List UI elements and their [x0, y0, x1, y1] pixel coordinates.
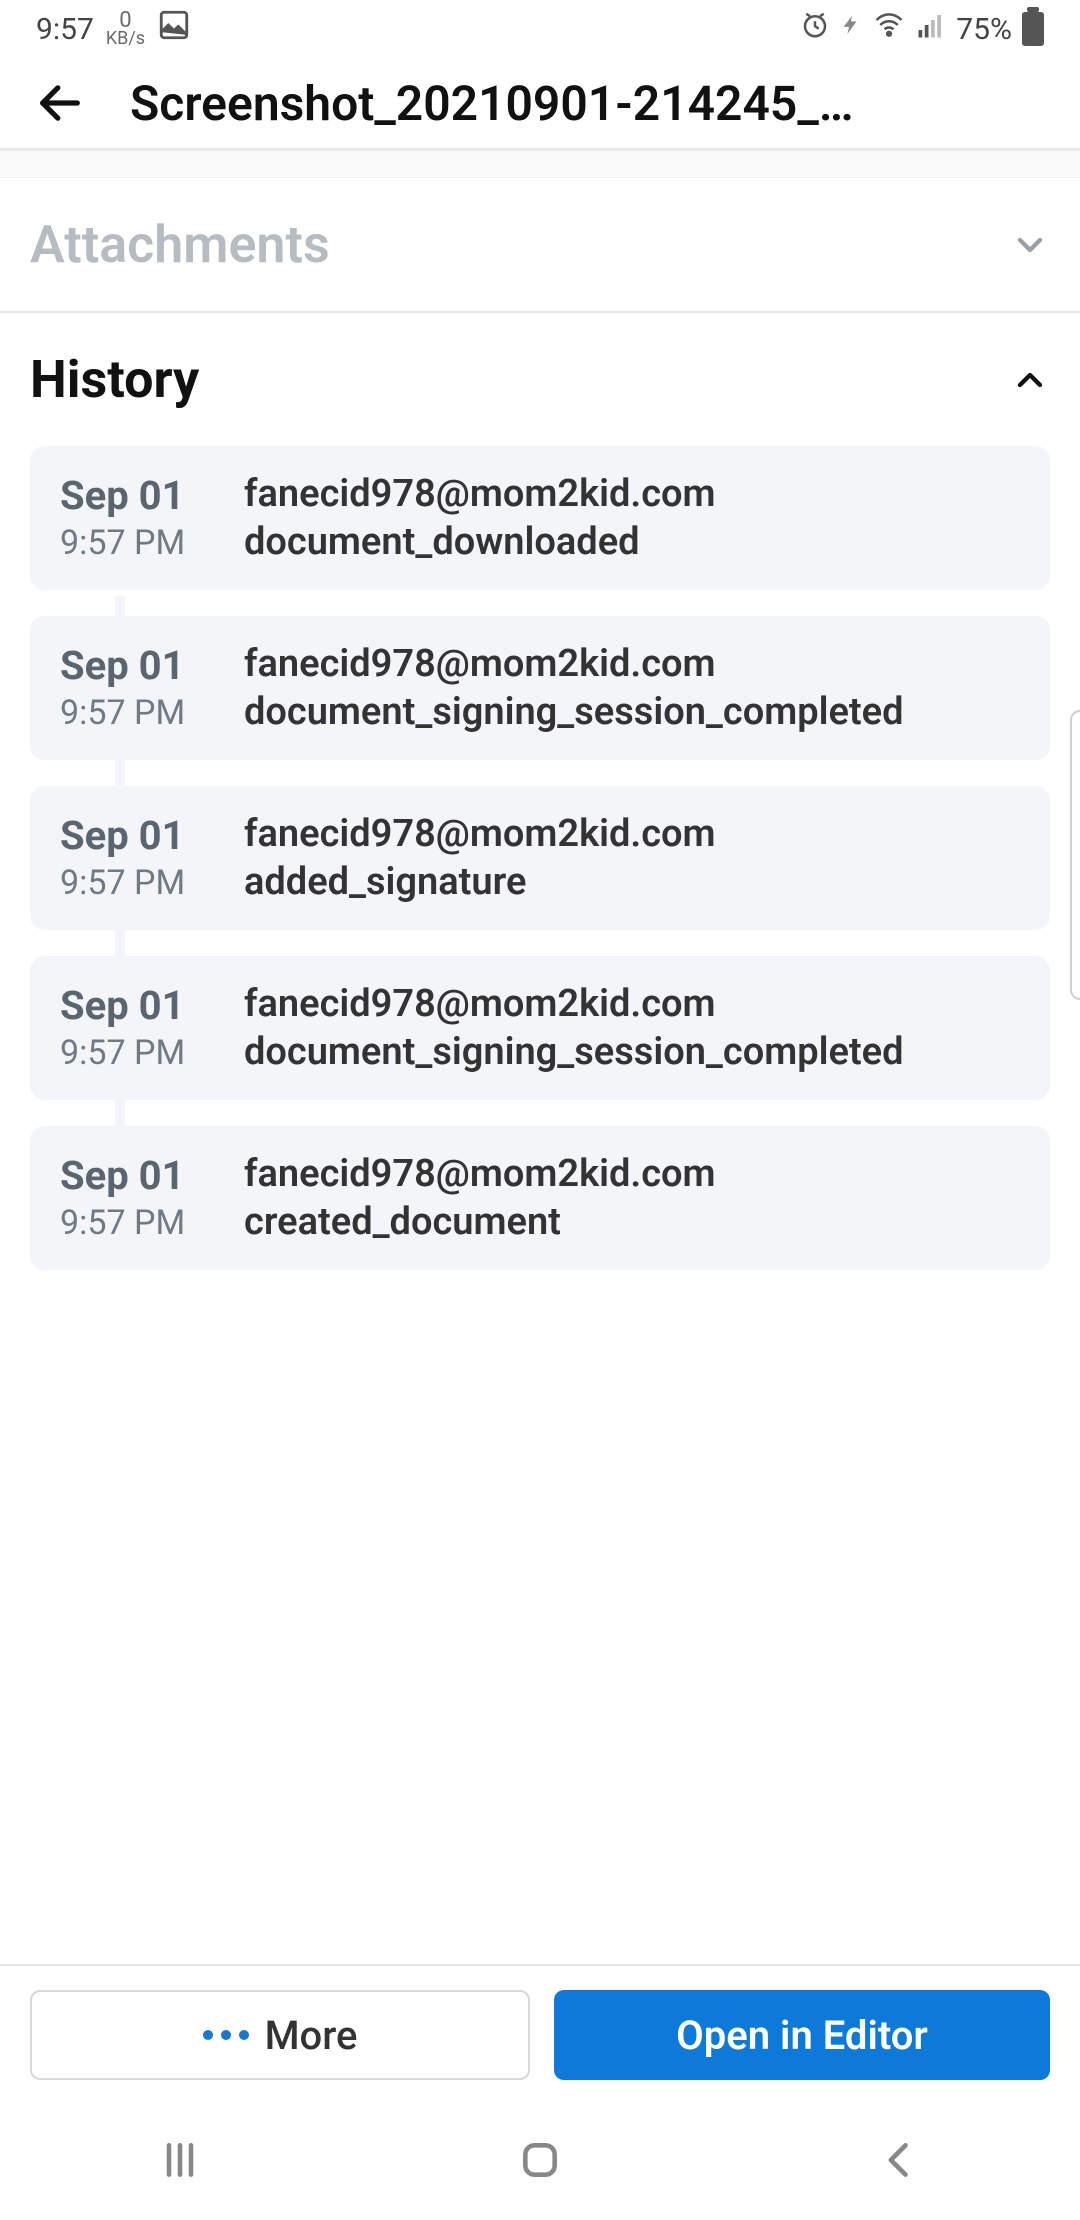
history-time: 9:57 PM [60, 1033, 208, 1073]
history-date: Sep 01 [60, 472, 208, 519]
status-right: 75% [800, 10, 1044, 48]
history-action: created_document [244, 1200, 1020, 1244]
back-button[interactable] [30, 73, 90, 133]
chevron-up-icon [1010, 360, 1050, 400]
more-button[interactable]: More [30, 1990, 530, 2080]
chevron-down-icon [1010, 225, 1050, 265]
history-action: document_signing_session_completed [244, 1030, 1020, 1074]
history-detail: fanecid978@mom2kid.com added_signature [244, 812, 1020, 904]
app-header: Screenshot_20210901-214245_… [0, 58, 1080, 148]
history-datetime: Sep 01 9:57 PM [60, 642, 208, 734]
history-email: fanecid978@mom2kid.com [244, 982, 1020, 1026]
history-detail: fanecid978@mom2kid.com document_download… [244, 472, 1020, 564]
alarm-icon [800, 10, 830, 48]
history-action: added_signature [244, 860, 1020, 904]
open-editor-button[interactable]: Open in Editor [554, 1990, 1050, 2080]
history-item[interactable]: Sep 01 9:57 PM fanecid978@mom2kid.com do… [30, 616, 1050, 760]
network-speed: 0 KB/s [106, 11, 145, 47]
spacer [0, 1310, 1080, 1964]
history-date: Sep 01 [60, 812, 208, 859]
history-datetime: Sep 01 9:57 PM [60, 1152, 208, 1244]
history-time: 9:57 PM [60, 523, 208, 563]
signal-icon [916, 10, 946, 48]
history-list: Sep 01 9:57 PM fanecid978@mom2kid.com do… [0, 446, 1080, 1310]
history-date: Sep 01 [60, 982, 208, 1029]
battery-text: 75% [956, 12, 1012, 47]
scroll-handle[interactable] [1070, 710, 1080, 1000]
history-datetime: Sep 01 9:57 PM [60, 982, 208, 1074]
history-action: document_signing_session_completed [244, 690, 1020, 734]
more-label: More [265, 2012, 358, 2059]
more-dots-icon [203, 2030, 249, 2040]
battery-icon [1022, 12, 1044, 46]
history-action: document_downloaded [244, 520, 1020, 564]
history-item[interactable]: Sep 01 9:57 PM fanecid978@mom2kid.com do… [30, 956, 1050, 1100]
history-label: History [30, 349, 199, 410]
status-time: 9:57 [36, 12, 94, 47]
bolt-icon [840, 10, 862, 48]
nav-back-button[interactable] [870, 2130, 930, 2190]
history-email: fanecid978@mom2kid.com [244, 812, 1020, 856]
history-time: 9:57 PM [60, 1203, 208, 1243]
history-datetime: Sep 01 9:57 PM [60, 812, 208, 904]
history-item[interactable]: Sep 01 9:57 PM fanecid978@mom2kid.com cr… [30, 1126, 1050, 1270]
history-date: Sep 01 [60, 1152, 208, 1199]
recents-button[interactable] [150, 2130, 210, 2190]
history-time: 9:57 PM [60, 863, 208, 903]
history-email: fanecid978@mom2kid.com [244, 472, 1020, 516]
history-email: fanecid978@mom2kid.com [244, 1152, 1020, 1196]
history-item[interactable]: Sep 01 9:57 PM fanecid978@mom2kid.com ad… [30, 786, 1050, 930]
attachments-label: Attachments [30, 214, 330, 275]
history-datetime: Sep 01 9:57 PM [60, 472, 208, 564]
bottom-bar: More Open in Editor [0, 1964, 1080, 2100]
home-button[interactable] [510, 2130, 570, 2190]
history-email: fanecid978@mom2kid.com [244, 642, 1020, 686]
status-bar: 9:57 0 KB/s 75% [0, 0, 1080, 58]
history-detail: fanecid978@mom2kid.com document_signing_… [244, 642, 1020, 734]
system-nav-bar [0, 2100, 1080, 2220]
status-left: 9:57 0 KB/s [36, 8, 191, 50]
wifi-icon [872, 10, 906, 48]
history-detail: fanecid978@mom2kid.com created_document [244, 1152, 1020, 1244]
history-detail: fanecid978@mom2kid.com document_signing_… [244, 982, 1020, 1074]
history-item[interactable]: Sep 01 9:57 PM fanecid978@mom2kid.com do… [30, 446, 1050, 590]
open-editor-label: Open in Editor [676, 2012, 928, 2059]
page-title: Screenshot_20210901-214245_… [130, 75, 1050, 132]
history-section[interactable]: History [0, 313, 1080, 446]
image-icon [157, 8, 191, 50]
history-time: 9:57 PM [60, 693, 208, 733]
history-date: Sep 01 [60, 642, 208, 689]
attachments-section[interactable]: Attachments [0, 178, 1080, 311]
section-gap [0, 150, 1080, 178]
